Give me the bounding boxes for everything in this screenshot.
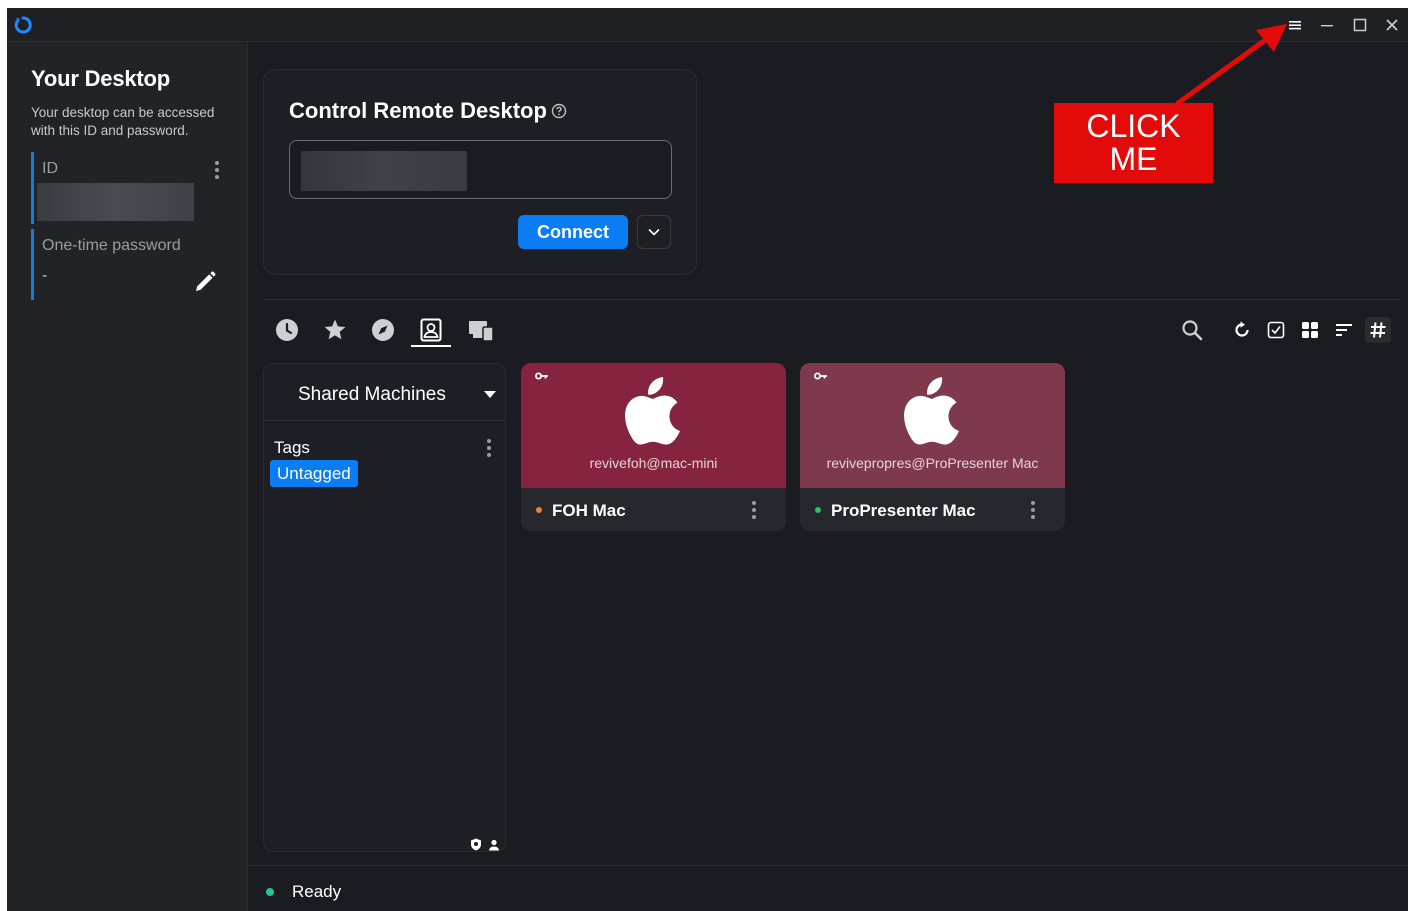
multi-select-button[interactable] <box>1263 317 1289 343</box>
compass-icon <box>372 319 394 341</box>
section-divider <box>263 299 1401 300</box>
search-button[interactable] <box>1179 317 1205 343</box>
id-field: ID <box>31 152 201 224</box>
callout-line-2: ME <box>1109 141 1158 177</box>
machine-user: revivepropres@ProPresenter Mac <box>826 455 1039 471</box>
machine-card-header: revivepropres@ProPresenter Mac <box>800 363 1065 488</box>
hashtag-icon <box>1370 322 1386 338</box>
close-button[interactable] <box>1380 14 1404 36</box>
address-book-icon <box>420 318 442 342</box>
your-desktop-pane: Your Desktop Your desktop can be accesse… <box>7 42 248 911</box>
status-text: Ready <box>292 882 342 901</box>
key-icon <box>814 372 827 380</box>
password-field: One-time password - <box>31 229 201 300</box>
maximize-button[interactable] <box>1348 14 1372 36</box>
tags-more-icon[interactable] <box>486 439 492 457</box>
maximize-icon <box>1353 18 1367 32</box>
minimize-button[interactable] <box>1315 14 1339 36</box>
tag-untagged[interactable]: Untagged <box>270 460 358 487</box>
chevron-down-icon <box>648 228 660 236</box>
refresh-button[interactable] <box>1229 317 1255 343</box>
machine-card-header: revivefoh@mac-mini <box>521 363 786 488</box>
machine-card-propresenter-mac[interactable]: revivepropres@ProPresenter Mac ProPresen… <box>800 363 1065 531</box>
tab-recent[interactable] <box>272 315 302 345</box>
click-me-callout: CLICK ME <box>1054 103 1213 183</box>
tab-favorites[interactable] <box>320 315 350 345</box>
sort-button[interactable] <box>1331 317 1357 343</box>
connect-options-button[interactable] <box>637 215 671 249</box>
machine-more-icon[interactable] <box>1030 501 1036 519</box>
edit-password-icon[interactable] <box>193 270 217 294</box>
callout-line-1: CLICK <box>1086 108 1181 144</box>
password-value: - <box>42 267 48 284</box>
menu-button[interactable] <box>1283 14 1307 36</box>
refresh-icon <box>1235 321 1249 337</box>
close-icon <box>1386 19 1398 31</box>
id-more-icon[interactable] <box>214 161 220 179</box>
tags-label: Tags <box>274 438 310 457</box>
machine-user: revivefoh@mac-mini <box>589 455 718 471</box>
machine-card-foh-mac[interactable]: revivefoh@mac-mini FOH Mac <box>521 363 786 531</box>
machine-card-footer: ProPresenter Mac <box>800 488 1065 531</box>
tab-devices[interactable] <box>466 315 496 345</box>
checkbox-icon <box>1267 321 1285 339</box>
history-icon <box>276 319 298 341</box>
machine-name: ProPresenter Mac <box>831 501 976 520</box>
connect-button[interactable]: Connect <box>518 215 628 249</box>
status-ready-dot <box>266 888 274 896</box>
hamburger-menu-icon <box>1289 21 1301 30</box>
password-label: One-time password <box>42 237 181 254</box>
status-bar: Ready <box>248 865 1408 911</box>
devices-icon <box>469 321 494 342</box>
your-desktop-description: Your desktop can be accessed with this I… <box>31 105 215 138</box>
minimize-icon <box>1321 25 1333 27</box>
star-icon <box>324 319 346 340</box>
title-bar <box>7 8 1408 42</box>
sort-icon <box>1336 324 1352 336</box>
key-icon <box>535 372 548 380</box>
group-label: Shared Machines <box>298 384 446 405</box>
control-remote-title: Control Remote Desktop <box>289 98 547 123</box>
id-label: ID <box>42 160 58 177</box>
machine-more-icon[interactable] <box>751 501 757 519</box>
tab-discovered[interactable] <box>368 315 398 345</box>
selected-tab-indicator <box>411 345 451 347</box>
shared-machines-dropdown[interactable]: Shared Machines <box>264 364 505 421</box>
status-offline-dot <box>536 507 542 513</box>
machine-name: FOH Mac <box>552 501 626 520</box>
panel-footer <box>470 838 500 851</box>
tab-address-book[interactable] <box>416 315 446 345</box>
caret-down-icon <box>484 391 496 398</box>
apple-os-icon <box>625 377 680 445</box>
shield-icon[interactable] <box>470 838 482 851</box>
grid-view-button[interactable] <box>1297 317 1323 343</box>
user-icon[interactable] <box>488 839 500 851</box>
apple-os-icon <box>904 377 959 445</box>
grid-view-icon <box>1302 322 1318 338</box>
control-remote-card: Control Remote Desktop Connect <box>263 69 697 275</box>
tags-filter-button[interactable] <box>1365 317 1391 343</box>
remote-id-input[interactable] <box>289 140 672 199</box>
search-icon <box>1182 320 1203 341</box>
help-icon[interactable] <box>551 103 567 119</box>
tags-panel: Shared Machines Tags Untagged <box>263 363 506 852</box>
machine-card-footer: FOH Mac <box>521 488 786 531</box>
your-desktop-title: Your Desktop <box>31 66 170 91</box>
app-logo-icon <box>14 16 32 34</box>
id-value-redacted[interactable] <box>37 183 194 221</box>
status-online-dot <box>815 507 821 513</box>
